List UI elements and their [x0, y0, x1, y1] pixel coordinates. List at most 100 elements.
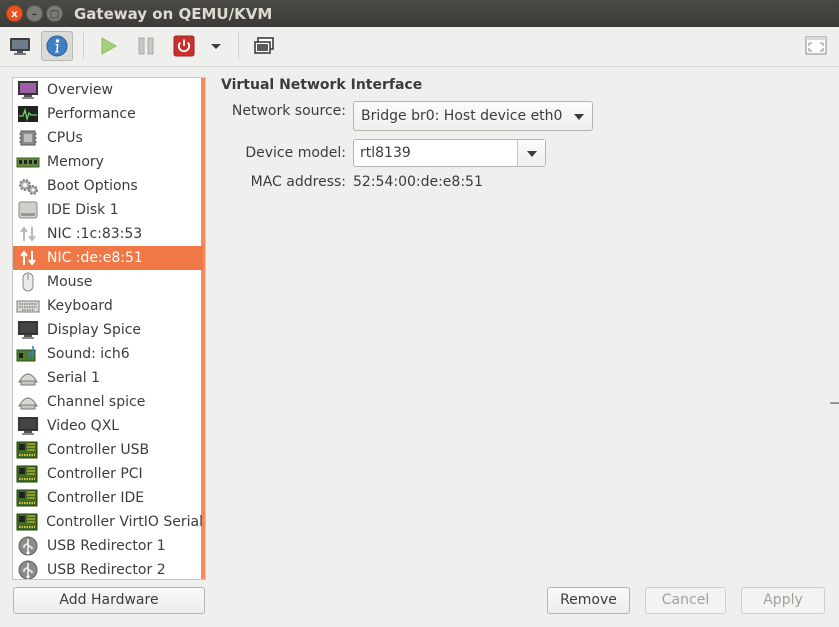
keyboard-icon [15, 296, 41, 316]
usb-icon [15, 536, 41, 556]
network-source-value: Bridge br0: Host device eth0 [361, 108, 563, 124]
shutdown-menu-button[interactable] [202, 31, 230, 61]
memory-icon [15, 152, 41, 172]
gears-icon [15, 176, 41, 196]
device-model-value[interactable]: rtl8139 [360, 145, 411, 161]
snapshots-icon [254, 37, 274, 54]
controller-card-icon [15, 488, 41, 508]
sound-card-icon [15, 344, 41, 364]
sidebar-item[interactable]: USB Redirector 2 [13, 558, 203, 579]
sidebar-item-label: Channel spice [47, 394, 146, 410]
sidebar-item[interactable]: USB Redirector 1 [13, 534, 203, 558]
sidebar-item[interactable]: NIC :1c:83:53 [13, 222, 203, 246]
performance-graph-icon [15, 104, 41, 124]
sidebar-item[interactable]: Sound: ich6 [13, 342, 203, 366]
details-button[interactable] [41, 31, 73, 61]
sidebar-item-label: CPUs [47, 130, 83, 146]
disk-icon [15, 200, 41, 220]
resize-cursor-icon: ⊣ [829, 396, 839, 412]
network-arrows-icon [15, 224, 41, 244]
sidebar-item[interactable]: Serial 1 [13, 366, 203, 390]
section-title: Virtual Network Interface [221, 77, 423, 93]
controller-card-icon [15, 440, 41, 460]
controller-card-icon [15, 464, 41, 484]
monitor-purple-icon [15, 80, 41, 100]
apply-button[interactable]: Apply [741, 587, 825, 614]
sidebar-item[interactable]: IDE Disk 1 [13, 198, 203, 222]
video-icon [15, 416, 41, 436]
sidebar-item-label: Video QXL [47, 418, 120, 434]
sidebar-item-label: IDE Disk 1 [47, 202, 119, 218]
run-icon [101, 37, 118, 55]
network-source-select[interactable]: Bridge br0: Host device eth0 [353, 101, 593, 131]
sidebar-item[interactable]: Keyboard [13, 294, 203, 318]
sidebar-item[interactable]: Memory [13, 150, 203, 174]
sidebar-item[interactable]: Video QXL [13, 414, 203, 438]
window-maximize-button[interactable]: □ [46, 5, 63, 22]
window-close-button[interactable]: x [6, 5, 23, 22]
power-icon [173, 35, 195, 57]
sidebar-item-label: NIC :de:e8:51 [47, 250, 143, 266]
sidebar-item-label: Mouse [47, 274, 93, 290]
device-model-label: Device model: [245, 145, 346, 161]
mouse-icon [15, 272, 41, 292]
fullscreen-icon [805, 36, 827, 55]
device-model-dropdown-button[interactable] [517, 140, 545, 166]
console-icon [10, 38, 30, 55]
pause-icon [138, 37, 154, 55]
sidebar-item-label: USB Redirector 1 [47, 538, 166, 554]
sidebar-item-label: NIC :1c:83:53 [47, 226, 143, 242]
device-model-combo[interactable]: rtl8139 [353, 139, 546, 167]
fullscreen-button[interactable] [800, 31, 832, 61]
title-bar: x – □ Gateway on QEMU/KVM [0, 0, 839, 27]
sidebar-item-label: Performance [47, 106, 136, 122]
pause-button[interactable] [130, 31, 162, 61]
sidebar-item[interactable]: CPUs [13, 126, 203, 150]
sidebar-item-label: Display Spice [47, 322, 142, 338]
sidebar-item[interactable]: Mouse [13, 270, 203, 294]
sidebar-item-label: USB Redirector 2 [47, 562, 166, 578]
cpu-icon [15, 128, 41, 148]
console-button[interactable] [4, 31, 36, 61]
sidebar-item-label: Boot Options [47, 178, 138, 194]
channel-icon [15, 392, 41, 412]
sidebar-item[interactable]: Overview [13, 78, 203, 102]
network-arrows-icon [15, 248, 41, 268]
network-source-label: Network source: [231, 103, 346, 119]
chevron-down-icon [527, 151, 537, 157]
add-hardware-button[interactable]: Add Hardware [13, 587, 205, 614]
remove-button[interactable]: Remove [547, 587, 630, 614]
snapshots-button[interactable] [248, 31, 280, 61]
sidebar-item[interactable]: Controller IDE [13, 486, 203, 510]
sidebar-item-label: Sound: ich6 [47, 346, 130, 362]
sidebar-item-label: Controller IDE [47, 490, 145, 506]
mac-address-value: 52:54:00:de:e8:51 [353, 174, 483, 190]
sidebar-item[interactable]: Channel spice [13, 390, 203, 414]
run-button[interactable] [92, 31, 124, 61]
sidebar-item-label: Controller PCI [47, 466, 143, 482]
sidebar-item-label: Controller USB [47, 442, 150, 458]
power-menu-chevron-icon [211, 44, 221, 49]
sidebar-item-label: Memory [47, 154, 104, 170]
sidebar-item[interactable]: Controller PCI [13, 462, 203, 486]
mac-address-label: MAC address: [250, 174, 346, 190]
sidebar-item-label: Serial 1 [47, 370, 100, 386]
sidebar-item-label: Overview [47, 82, 113, 98]
info-icon [46, 35, 68, 57]
usb-icon [15, 560, 41, 579]
sidebar-item[interactable]: NIC :de:e8:51 [13, 246, 203, 270]
window-title: Gateway on QEMU/KVM [74, 5, 273, 23]
shutdown-button[interactable] [168, 31, 200, 61]
sidebar-item[interactable]: Display Spice [13, 318, 203, 342]
window-minimize-button[interactable]: – [26, 5, 43, 22]
cancel-button[interactable]: Cancel [645, 587, 726, 614]
chevron-down-icon [574, 114, 584, 120]
hardware-list[interactable]: Overview Performance CPUs Memory Boot Option… [12, 77, 206, 580]
sidebar-item[interactable]: Controller VirtIO Serial [13, 510, 203, 534]
serial-icon [15, 368, 41, 388]
sidebar-item[interactable]: Controller USB [13, 438, 203, 462]
sidebar-item-label: Controller VirtIO Serial [46, 514, 203, 530]
controller-card-icon [15, 512, 40, 532]
sidebar-item[interactable]: Boot Options [13, 174, 203, 198]
sidebar-item[interactable]: Performance [13, 102, 203, 126]
